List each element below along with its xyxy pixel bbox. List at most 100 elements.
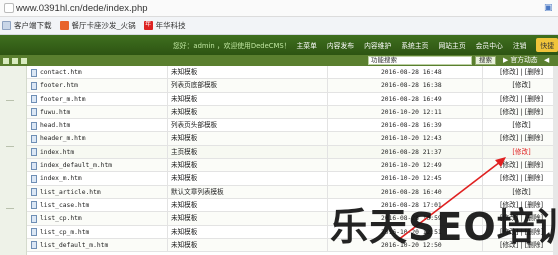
file-name[interactable]: list_cp_m.htm [40, 226, 89, 239]
nav-member-center[interactable]: 会员中心 [476, 40, 503, 50]
file-name[interactable]: index_default_m.htm [40, 159, 112, 172]
file-name[interactable]: footer.htm [40, 79, 78, 92]
file-actions[interactable]: [修改] | [删除] [485, 132, 558, 145]
file-desc: 主页模板 [167, 145, 307, 159]
layout-icon[interactable] [12, 57, 18, 64]
column-divider [327, 198, 328, 212]
file-desc: 默认文章列表模板 [167, 185, 307, 199]
table-row: head.htm 列表页头部模板 2016-08-28 16:39 [修改] [27, 119, 558, 133]
file-name-cell[interactable]: index.htm [31, 146, 163, 159]
file-date: 2016-10-20 12:49 [381, 162, 442, 170]
bookmark-label: 客户端下载 [14, 21, 52, 30]
column-divider [327, 92, 328, 106]
column-divider [327, 238, 328, 252]
official-news-link[interactable]: ▶ 官方动态 [503, 55, 538, 66]
file-icon [31, 188, 37, 197]
file-name[interactable]: header_m.htm [40, 132, 86, 145]
extension-icon[interactable]: ▣ [544, 3, 554, 13]
file-name-cell[interactable]: list_default_m.htm [31, 239, 163, 252]
file-icon [31, 214, 37, 223]
table-row: index_default_m.htm 未知模板 2016-10-20 12:49 [… [27, 159, 558, 173]
sofa-icon [59, 21, 69, 30]
file-date: 2016-08-28 16:39 [381, 122, 442, 130]
function-search-input[interactable]: 功能搜索 [368, 56, 472, 65]
file-icon [31, 108, 37, 117]
file-name-cell[interactable]: list_cp_m.htm [31, 226, 163, 239]
file-date: 2016-08-28 21:37 [381, 148, 442, 156]
bookmark-sofa[interactable]: 餐厅卡座沙发_火锅 [59, 20, 136, 31]
file-name[interactable]: fuwu.htm [40, 106, 70, 119]
file-name-cell[interactable]: index_default_m.htm [31, 159, 163, 172]
nav-main-menu[interactable]: 主菜单 [296, 40, 316, 50]
file-name[interactable]: list_cp.htm [40, 212, 82, 225]
column-divider [482, 145, 483, 159]
file-icon [31, 174, 37, 183]
file-date: 2016-10-20 12:43 [381, 135, 442, 143]
file-name-cell[interactable]: footer_m.htm [31, 93, 163, 106]
file-name[interactable]: index_m.htm [40, 172, 82, 185]
file-name-cell[interactable]: list_article.htm [31, 186, 163, 199]
nav-site-home[interactable]: 网站主页 [438, 40, 465, 50]
file-name[interactable]: index.htm [40, 146, 74, 159]
toolbar: 功能搜索 搜索 ▶ 官方动态 ◀ 在 [0, 55, 558, 75]
file-name-cell[interactable]: fuwu.htm [31, 106, 163, 119]
search-button[interactable]: 搜索 [475, 56, 496, 65]
file-desc: 列表页底部模板 [167, 79, 307, 93]
nav-logout[interactable]: 注销 [513, 40, 527, 50]
file-name[interactable]: footer_m.htm [40, 93, 86, 106]
page-icon [4, 3, 14, 13]
file-icon [31, 148, 37, 157]
file-icon [31, 201, 37, 210]
nav-shortcut[interactable]: 快捷 [536, 38, 558, 52]
column-divider [482, 79, 483, 93]
file-name[interactable]: list_case.htm [40, 199, 89, 212]
file-actions[interactable]: [修改] | [删除] [485, 106, 558, 119]
left-sidebar [0, 66, 27, 255]
file-name-cell[interactable]: index_m.htm [31, 172, 163, 185]
column-divider [327, 132, 328, 146]
file-date: 2016-08-28 16:49 [381, 95, 442, 103]
file-actions[interactable]: [修改] [485, 146, 558, 159]
file-name[interactable]: contact.htm [40, 66, 82, 79]
file-desc: 未知模板 [167, 198, 307, 212]
file-name[interactable]: list_default_m.htm [40, 239, 108, 252]
top-navigation: 您好：admin ，欢迎使用DedeCMS！ 主菜单 内容发布 内容维护 系统主… [0, 35, 558, 55]
bookmark-label: 餐厅卡座沙发_火锅 [71, 21, 136, 30]
address-bar[interactable]: www.0391hl.cn/dede/index.php ▣ [0, 0, 558, 17]
sidebar-tick [6, 100, 14, 101]
file-desc: 未知模板 [167, 105, 307, 119]
file-name-cell[interactable]: contact.htm [31, 66, 163, 79]
file-actions[interactable]: [修改] [485, 79, 558, 92]
file-name-cell[interactable]: head.htm [31, 119, 163, 132]
red-logo-icon: 年 [143, 21, 153, 30]
file-actions[interactable]: [修改] | [删除] [485, 159, 558, 172]
table-row: index.htm 主页模板 2016-08-28 21:37 [修改] [27, 145, 558, 160]
file-actions[interactable]: [修改] | [删除] [485, 172, 558, 185]
file-name[interactable]: head.htm [40, 119, 70, 132]
column-divider [327, 172, 328, 186]
table-row: fuwu.htm 未知模板 2016-10-20 12:11 [修改] | [删除] [27, 105, 558, 120]
bookmark-client-download[interactable]: 客户端下载 [2, 20, 52, 31]
url-text[interactable]: www.0391hl.cn/dede/index.php [16, 3, 148, 14]
file-name-cell[interactable]: footer.htm [31, 79, 163, 92]
column-divider [482, 159, 483, 173]
bookmarks-bar: 客户端下载 餐厅卡座沙发_火锅 年 年华科技 [0, 17, 558, 35]
file-name-cell[interactable]: list_cp.htm [31, 212, 163, 225]
nav-maintain[interactable]: 内容维护 [364, 40, 391, 50]
nav-publish[interactable]: 内容发布 [327, 40, 354, 50]
layout-icon[interactable] [3, 57, 9, 64]
file-desc: 未知模板 [167, 225, 307, 239]
file-icon [31, 134, 37, 143]
file-actions[interactable]: [修改] | [删除] [485, 93, 558, 106]
nav-system-home[interactable]: 系统主页 [401, 40, 428, 50]
layout-icon[interactable] [21, 57, 27, 64]
file-name-cell[interactable]: list_case.htm [31, 199, 163, 212]
watermark-text: 乐天SEO培训 [330, 205, 558, 249]
column-divider [327, 145, 328, 159]
bookmark-nianhua[interactable]: 年 年华科技 [143, 20, 186, 31]
file-name[interactable]: list_article.htm [40, 186, 101, 199]
file-name-cell[interactable]: header_m.htm [31, 132, 163, 145]
file-desc: 未知模板 [167, 238, 307, 252]
file-actions[interactable]: [修改] [485, 119, 558, 132]
file-actions[interactable]: [修改] | [删除] [485, 66, 558, 79]
